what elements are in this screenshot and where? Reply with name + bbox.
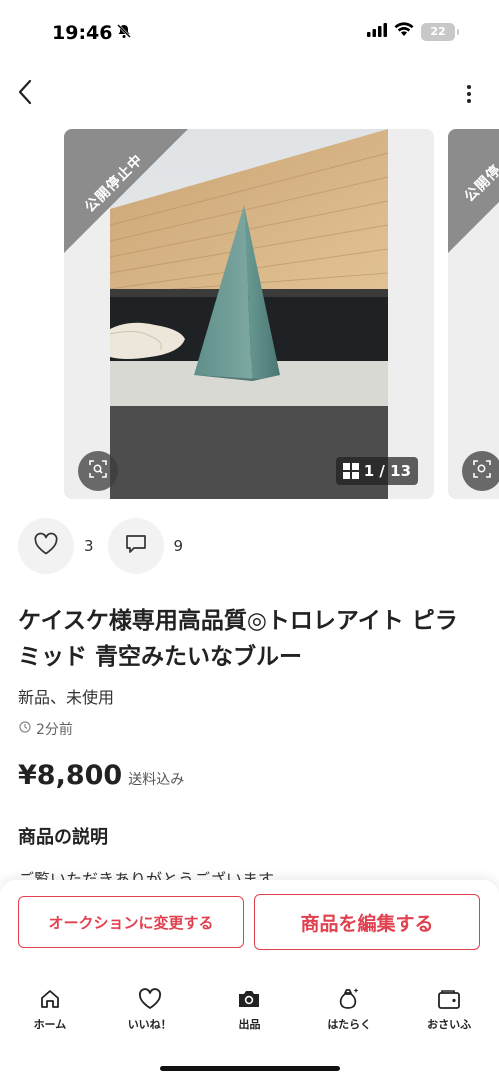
change-to-auction-button[interactable]: オークションに変更する bbox=[18, 896, 244, 948]
money-bag-icon bbox=[335, 986, 363, 1012]
like-count: 3 bbox=[84, 537, 94, 555]
tab-likes[interactable]: いいね！ bbox=[100, 986, 200, 1042]
action-sheet: オークションに変更する 商品を編集する ホーム いいね！ 出品 はたらく おさい… bbox=[0, 880, 499, 1080]
item-condition: 新品、未使用 bbox=[18, 688, 115, 707]
clock-text: 19:46 bbox=[52, 22, 113, 44]
image-counter[interactable]: 1 / 13 bbox=[335, 457, 418, 485]
ribbon-background bbox=[64, 129, 188, 253]
bell-slash-icon bbox=[116, 22, 132, 44]
item-title: ケイスケ様専用高品質◎トロレアイト ピラミッド 青空みたいなブルー bbox=[18, 608, 458, 670]
tab-label: 出品 bbox=[238, 1018, 261, 1031]
carousel-slide-next[interactable]: 公開停 bbox=[448, 129, 499, 499]
home-indicator bbox=[160, 1066, 340, 1071]
tab-label: いいね！ bbox=[127, 1018, 172, 1031]
tab-work[interactable]: はたらく bbox=[299, 986, 399, 1042]
heart-icon bbox=[136, 986, 164, 1012]
tab-sell[interactable]: 出品 bbox=[200, 986, 300, 1042]
tab-wallet[interactable]: おさいふ bbox=[399, 986, 499, 1042]
like-button[interactable] bbox=[18, 518, 74, 574]
tab-label: ホーム bbox=[33, 1018, 67, 1031]
status-ribbon: 公開停止中 bbox=[64, 129, 188, 253]
comment-count: 9 bbox=[173, 537, 184, 555]
image-counter-text: 1 / 13 bbox=[363, 462, 411, 480]
image-carousel[interactable]: 公開停止中 1 / 13 公開停 bbox=[0, 129, 499, 499]
heart-icon bbox=[33, 532, 59, 560]
back-button[interactable] bbox=[10, 78, 40, 110]
engagement-row: 3 9 bbox=[18, 518, 197, 574]
tab-home[interactable]: ホーム bbox=[0, 986, 100, 1042]
tab-label: はたらく bbox=[327, 1018, 372, 1031]
zoom-button[interactable] bbox=[78, 451, 118, 491]
camera-icon bbox=[235, 986, 263, 1012]
more-vertical-icon bbox=[467, 85, 471, 89]
battery-level: 22 bbox=[430, 25, 446, 38]
posted-time-text: 2分前 bbox=[36, 722, 73, 738]
scan-zoom-icon bbox=[472, 459, 492, 483]
wifi-icon bbox=[394, 22, 414, 41]
more-dot bbox=[467, 92, 471, 96]
description-heading: 商品の説明 bbox=[18, 827, 108, 848]
comment-button[interactable] bbox=[107, 518, 164, 574]
carousel-slide[interactable]: 公開停止中 1 / 13 bbox=[64, 129, 434, 499]
status-indicators: 22 bbox=[367, 22, 459, 41]
signal-icon bbox=[367, 22, 387, 41]
scan-zoom-icon bbox=[88, 459, 108, 483]
clock-icon bbox=[19, 721, 31, 737]
edit-item-button[interactable]: 商品を編集する bbox=[254, 894, 480, 950]
more-dot bbox=[467, 99, 471, 103]
more-button[interactable] bbox=[459, 80, 479, 108]
tab-bar: ホーム いいね！ 出品 はたらく おさいふ bbox=[0, 986, 499, 1042]
chevron-left-icon bbox=[17, 79, 33, 109]
status-ribbon-next: 公開停 bbox=[448, 129, 499, 253]
battery-icon: 22 bbox=[421, 22, 459, 41]
price-row: ¥8,800 送料込み bbox=[18, 760, 184, 791]
posted-time: 2分前 bbox=[19, 719, 73, 739]
wallet-icon bbox=[435, 986, 463, 1012]
status-bar: 19:46 22 bbox=[0, 0, 499, 62]
grid-icon bbox=[342, 463, 359, 479]
status-time: 19:46 bbox=[52, 22, 132, 44]
shipping-note: 送料込み bbox=[128, 772, 185, 788]
item-price: ¥8,800 bbox=[18, 760, 123, 791]
home-icon bbox=[36, 986, 64, 1012]
tab-label: おさいふ bbox=[427, 1018, 472, 1031]
zoom-button-next[interactable] bbox=[462, 451, 499, 491]
comment-icon bbox=[124, 532, 148, 560]
